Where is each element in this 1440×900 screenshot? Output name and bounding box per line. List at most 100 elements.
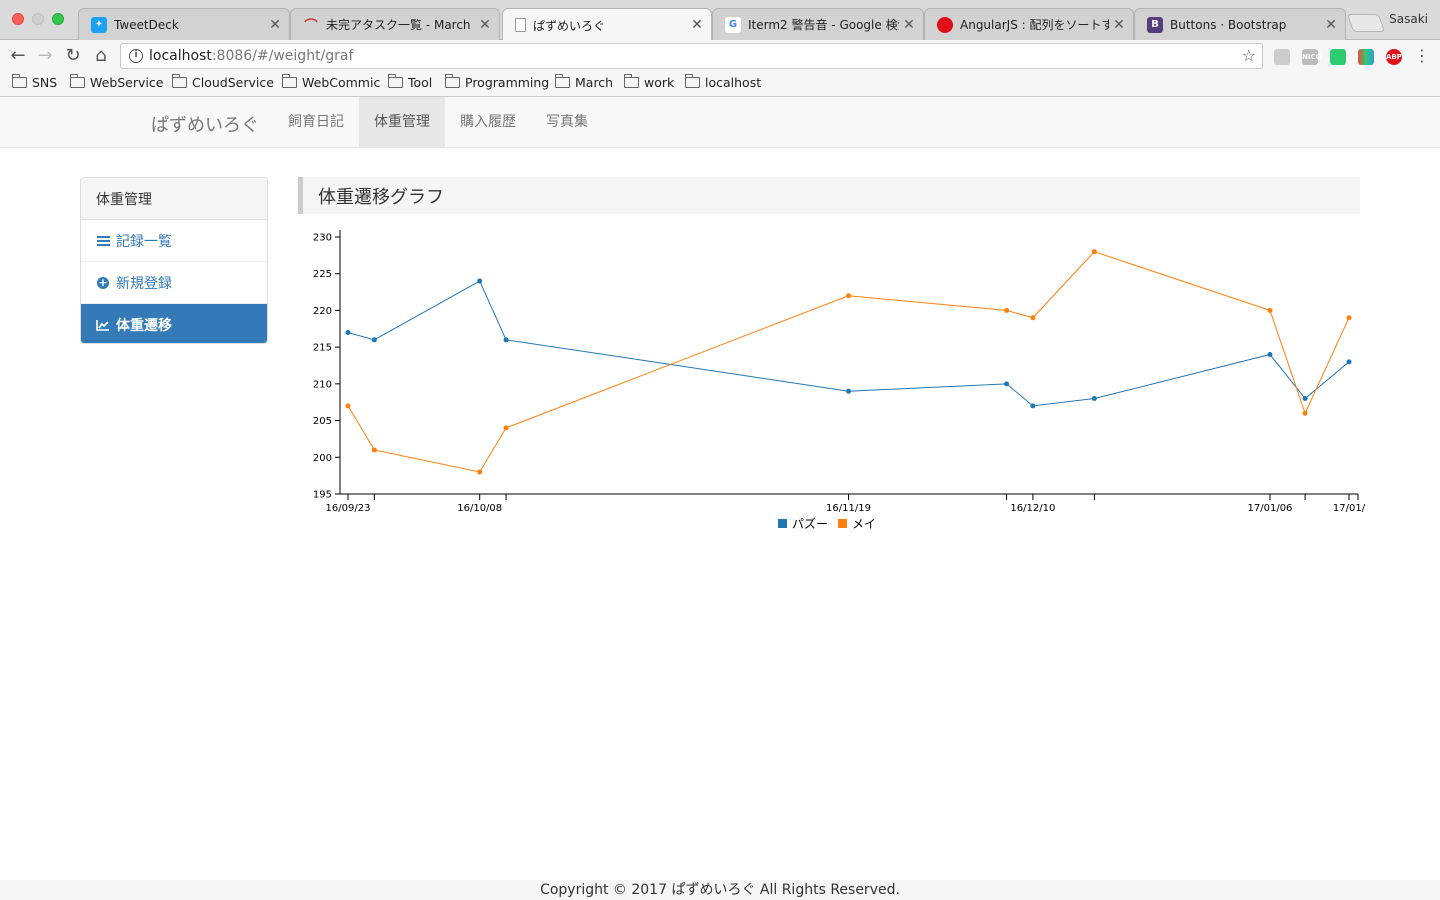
- sidebar-item-records[interactable]: 記録一覧: [81, 220, 267, 262]
- folder-icon: [172, 74, 187, 88]
- bookmark-folder[interactable]: WebService: [70, 74, 164, 90]
- y-tick-label: 215: [313, 343, 332, 354]
- browser-tab[interactable]: B Buttons · Bootstrap ✕: [1134, 8, 1346, 40]
- close-icon[interactable]: ✕: [475, 17, 495, 33]
- extension-icon[interactable]: [1358, 49, 1374, 65]
- adblock-icon[interactable]: ABP: [1386, 49, 1402, 65]
- chart-svg: 195 200 205 210 215 220 225 230 16/09/23 16/10/08…: [313, 230, 1366, 531]
- y-tick-label: 225: [313, 269, 332, 280]
- extension-icon[interactable]: [1330, 49, 1346, 65]
- close-window-button[interactable]: [12, 13, 24, 25]
- twitter-icon: ✦: [91, 16, 107, 33]
- series-line-1: [347, 280, 1350, 407]
- folder-icon: [70, 74, 85, 88]
- y-tick-label: 220: [313, 306, 332, 317]
- tab-title: AngularJS : 配列をソートする: [960, 18, 1109, 32]
- close-icon[interactable]: ✕: [265, 17, 285, 33]
- folder-icon: [555, 74, 570, 88]
- new-tab-button[interactable]: [1346, 14, 1386, 32]
- menu-icon[interactable]: ⋮: [1410, 44, 1434, 68]
- data-point: [846, 293, 851, 299]
- bookmark-label: localhost: [705, 75, 762, 90]
- data-point: [1346, 359, 1352, 365]
- line-chart-icon: [96, 319, 110, 331]
- folder-icon: [685, 74, 700, 88]
- data-point: [846, 388, 851, 394]
- browser-tab-active[interactable]: ぱずめいろぐ ✕: [502, 8, 712, 41]
- nav-link-photos[interactable]: 写真集: [531, 97, 603, 147]
- bookmark-label: SNS: [32, 75, 58, 90]
- legend-label: メイ: [852, 517, 876, 531]
- weight-chart: 195 200 205 210 215 220 225 230 16/09/23 16/10/08…: [300, 222, 1370, 542]
- data-point: [1004, 307, 1010, 313]
- extension-icon[interactable]: [1274, 49, 1290, 65]
- minimize-window-button[interactable]: [32, 13, 44, 25]
- legend-swatch: [838, 519, 847, 528]
- bookmark-folder[interactable]: work: [624, 74, 675, 90]
- bookmark-folder[interactable]: localhost: [685, 74, 762, 90]
- browser-tab[interactable]: ⌒ 未完アタスク一覧 - March - P ✕: [290, 8, 500, 40]
- data-point: [1267, 307, 1273, 313]
- nav-link-diary[interactable]: 飼育日記: [273, 97, 359, 147]
- home-icon[interactable]: ⌂: [89, 44, 113, 68]
- bookmark-label: March: [575, 75, 614, 90]
- sidebar-item-new[interactable]: + 新規登録: [81, 262, 267, 304]
- browser-toolbar: ← → ↻ ⌂ i localhost :8086/#/weight/graf …: [0, 40, 1440, 72]
- sidebar-heading: 体重管理: [81, 178, 267, 220]
- sidebar-item-label: 新規登録: [116, 275, 172, 292]
- bookmark-folder[interactable]: Programming: [445, 74, 549, 90]
- info-icon[interactable]: i: [129, 49, 143, 63]
- tab-title: Iterm2 警告音 - Google 検索: [748, 18, 899, 32]
- profile-name[interactable]: Sasaki: [1389, 12, 1428, 26]
- data-point: [1091, 249, 1097, 255]
- close-icon[interactable]: ✕: [1321, 17, 1341, 33]
- data-point: [1302, 396, 1308, 402]
- nav-link-purchases[interactable]: 購入履歴: [445, 97, 531, 147]
- bookmark-folder[interactable]: SNS: [12, 74, 58, 90]
- series-line-2: [347, 251, 1350, 473]
- browser-tab[interactable]: AngularJS : 配列をソートする ✕: [924, 8, 1134, 40]
- address-bar[interactable]: i localhost :8086/#/weight/graf ☆: [120, 43, 1263, 69]
- data-point: [477, 469, 483, 475]
- google-icon: G: [725, 16, 741, 33]
- site-navbar: ぱずめいろぐ 飼育日記 体重管理 購入履歴 写真集: [0, 97, 1440, 148]
- bookmark-folder[interactable]: Tool: [388, 74, 432, 90]
- page-icon: [515, 18, 526, 32]
- data-point: [345, 329, 351, 335]
- bookmark-label: WebService: [90, 75, 164, 90]
- page-title: 体重遷移グラフ: [298, 177, 1360, 214]
- y-tick-label: 210: [313, 379, 332, 390]
- legend-label: パズー: [792, 516, 828, 531]
- bookmark-folder[interactable]: WebCommic: [282, 74, 381, 90]
- browser-tab[interactable]: ✦ TweetDeck ✕: [78, 8, 290, 40]
- maximize-window-button[interactable]: [52, 13, 64, 25]
- close-icon[interactable]: ✕: [1109, 17, 1129, 33]
- close-icon[interactable]: ✕: [899, 17, 919, 33]
- close-icon[interactable]: ✕: [687, 17, 707, 33]
- bookmark-star-icon[interactable]: ☆: [1242, 46, 1256, 65]
- y-tick-label: 205: [313, 416, 332, 427]
- sidebar-item-label: 体重遷移: [116, 317, 172, 334]
- sidebar-item-weight-graph[interactable]: 体重遷移: [81, 304, 267, 343]
- bookmark-folder[interactable]: March: [555, 74, 614, 90]
- forward-arrow-icon[interactable]: →: [33, 44, 57, 68]
- folder-icon: [445, 74, 460, 88]
- browser-tab[interactable]: G Iterm2 警告音 - Google 検索 ✕: [712, 8, 924, 40]
- data-point: [1346, 315, 1352, 321]
- data-point: [1030, 315, 1036, 321]
- bookmark-label: work: [644, 75, 675, 90]
- data-point: [345, 403, 351, 409]
- bookmark-folder[interactable]: CloudService: [172, 74, 274, 90]
- bookmark-label: WebCommic: [302, 75, 381, 90]
- extension-icon[interactable]: NICO: [1302, 49, 1322, 65]
- url-host: localhost: [149, 48, 212, 64]
- reload-icon[interactable]: ↻: [61, 44, 85, 68]
- x-tick-label: 16/10/08: [457, 503, 502, 514]
- list-icon: [96, 235, 110, 246]
- tab-title: TweetDeck: [114, 17, 179, 32]
- site-brand[interactable]: ぱずめいろぐ: [151, 111, 259, 137]
- angular-icon: [937, 16, 953, 33]
- nav-link-weight[interactable]: 体重管理: [359, 97, 445, 147]
- back-arrow-icon[interactable]: ←: [6, 44, 30, 68]
- legend-swatch: [778, 519, 787, 528]
